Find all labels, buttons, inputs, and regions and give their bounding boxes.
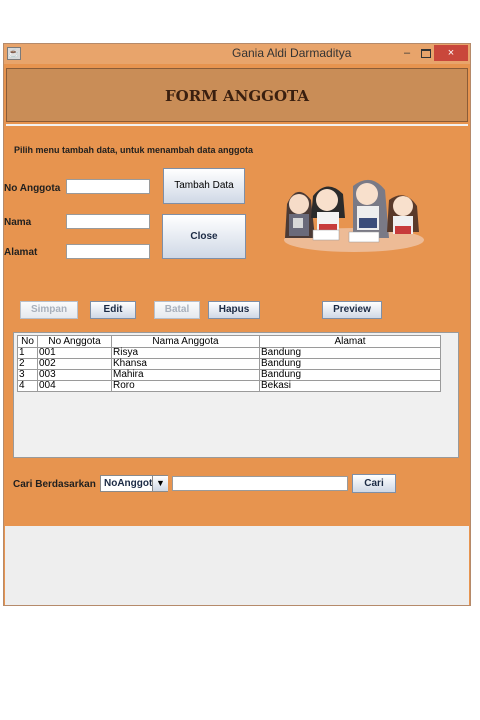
nama-label: Nama: [4, 217, 32, 228]
minimize-button[interactable]: –: [398, 45, 416, 61]
table-row[interactable]: 4 004 Roro Bekasi: [17, 380, 441, 392]
cell-no: 2: [17, 358, 38, 370]
column-header-alamat[interactable]: Alamat: [259, 335, 441, 348]
page-title: FORM ANGGOTA: [164, 87, 310, 105]
anggota-table[interactable]: No No Anggota Nama Anggota Alamat 1 001 …: [17, 335, 441, 392]
search-input[interactable]: [172, 476, 348, 491]
cell-no: 4: [17, 380, 38, 392]
edit-button[interactable]: Edit: [90, 301, 136, 319]
cell-nama: Roro: [111, 380, 260, 392]
cell-alamat: Bekasi: [259, 380, 441, 392]
bottom-panel: [5, 526, 469, 605]
cell-nama: Risya: [111, 347, 260, 359]
main-window: ☕ Gania Aldi Darmaditya – × FORM ANGGOTA…: [3, 43, 471, 606]
preview-button[interactable]: Preview: [322, 301, 382, 319]
window-title: Gania Aldi Darmaditya: [232, 46, 352, 60]
table-header-row: No No Anggota Nama Anggota Alamat: [17, 335, 441, 348]
cell-no-anggota: 004: [37, 380, 112, 392]
cell-alamat: Bandung: [259, 369, 441, 381]
cell-alamat: Bandung: [259, 347, 441, 359]
table-row[interactable]: 3 003 Mahira Bandung: [17, 369, 441, 381]
maximize-button[interactable]: [418, 45, 434, 61]
chevron-down-icon[interactable]: ▼: [152, 476, 168, 491]
data-table-scrollpane[interactable]: No No Anggota Nama Anggota Alamat 1 001 …: [13, 332, 459, 458]
cell-no-anggota: 002: [37, 358, 112, 370]
alamat-label: Alamat: [4, 247, 38, 258]
table-row[interactable]: 2 002 Khansa Bandung: [17, 358, 441, 370]
close-button[interactable]: Close: [162, 214, 246, 259]
tambah-data-button[interactable]: Tambah Data: [163, 168, 245, 204]
search-label: Cari Berdasarkan: [13, 479, 96, 490]
header-panel: FORM ANGGOTA: [6, 68, 468, 122]
alamat-field[interactable]: [66, 244, 150, 259]
table-row[interactable]: 1 001 Risya Bandung: [17, 347, 441, 359]
search-criteria-value: NoAnggota: [104, 478, 158, 489]
java-app-icon[interactable]: ☕: [7, 47, 21, 60]
cell-no-anggota: 003: [37, 369, 112, 381]
hapus-button[interactable]: Hapus: [208, 301, 260, 319]
instruction-text: Pilih menu tambah data, untuk menambah d…: [14, 145, 254, 155]
no-anggota-label: No Anggota: [4, 183, 61, 194]
cell-nama: Khansa: [111, 358, 260, 370]
close-window-button[interactable]: ×: [434, 45, 468, 61]
column-header-no-anggota[interactable]: No Anggota: [37, 335, 112, 348]
cell-nama: Mahira: [111, 369, 260, 381]
cell-no: 1: [17, 347, 38, 359]
cell-no: 3: [17, 369, 38, 381]
column-header-no[interactable]: No: [17, 335, 38, 348]
nama-field[interactable]: [66, 214, 150, 229]
search-criteria-select[interactable]: NoAnggota ▼: [100, 475, 168, 492]
simpan-button[interactable]: Simpan: [20, 301, 78, 319]
anime-characters-illustration: [284, 179, 424, 252]
maximize-icon: [421, 49, 431, 58]
cari-button[interactable]: Cari: [352, 474, 396, 493]
title-bar[interactable]: ☕ Gania Aldi Darmaditya – ×: [4, 44, 470, 64]
batal-button[interactable]: Batal: [154, 301, 200, 319]
no-anggota-field[interactable]: [66, 179, 150, 194]
column-header-nama-anggota[interactable]: Nama Anggota: [111, 335, 260, 348]
cell-no-anggota: 001: [37, 347, 112, 359]
divider: [6, 124, 468, 126]
cell-alamat: Bandung: [259, 358, 441, 370]
